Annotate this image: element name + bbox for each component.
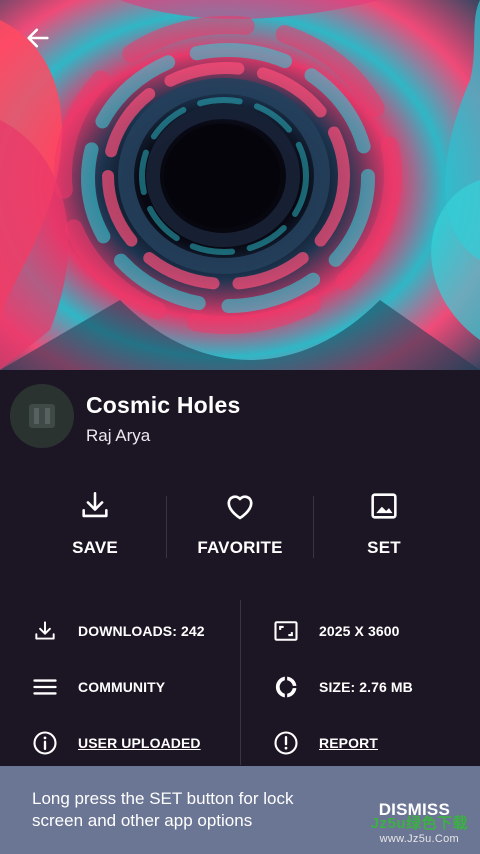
- image-icon: [371, 493, 397, 519]
- arrow-left-icon: [27, 28, 49, 48]
- wallpaper-details: DOWNLOADS: 242 2025 X 3600 COMMUNITY SIZ…: [0, 600, 480, 770]
- save-button[interactable]: SAVE: [20, 478, 170, 568]
- user-uploaded[interactable]: USER UPLOADED: [30, 728, 201, 758]
- category-text: COMMUNITY: [78, 679, 166, 695]
- download-icon: [82, 491, 108, 518]
- resolution-text: 2025 X 3600: [319, 623, 400, 639]
- snackbar-message: Long press the SET button for lock scree…: [32, 789, 294, 830]
- wallpaper-preview[interactable]: [0, 0, 480, 370]
- pie-icon: [275, 676, 297, 698]
- cosmic-vortex-image: [0, 0, 480, 370]
- report[interactable]: REPORT: [271, 728, 378, 758]
- menu-icon: [33, 679, 57, 695]
- download-icon: [35, 621, 55, 640]
- size-text: SIZE: 2.76 MB: [319, 679, 413, 695]
- back-button[interactable]: [20, 20, 56, 56]
- favorite-button[interactable]: FAVORITE: [165, 478, 315, 568]
- file-size: SIZE: 2.76 MB: [271, 672, 413, 702]
- favorite-label: FAVORITE: [197, 538, 283, 557]
- watermark: Jz5u绿色下载 www.Jz5u.Com: [371, 812, 468, 845]
- wallpaper-info: Cosmic Holes Raj Arya: [0, 370, 480, 470]
- set-button[interactable]: SET: [309, 478, 459, 568]
- action-bar: SAVE FAVORITE SET: [0, 478, 480, 574]
- snackbar: Long press the SET button for lock scree…: [0, 766, 480, 854]
- category[interactable]: COMMUNITY: [30, 672, 165, 702]
- watermark-line1: Jz5u绿色下载: [370, 815, 468, 832]
- downloads-text: DOWNLOADS: 242: [78, 623, 205, 639]
- resolution-icon: [274, 621, 298, 641]
- author-name[interactable]: Raj Arya: [86, 426, 150, 446]
- avatar-placeholder-icon: [29, 404, 55, 428]
- avatar[interactable]: [10, 384, 74, 448]
- info-icon: [33, 731, 57, 755]
- alert-icon: [274, 731, 298, 755]
- watermark-line2: www.Jz5u.Com: [379, 833, 460, 845]
- wallpaper-title: Cosmic Holes: [86, 392, 241, 418]
- set-label: SET: [367, 538, 401, 557]
- resolution: 2025 X 3600: [271, 616, 400, 646]
- report-link[interactable]: REPORT: [319, 735, 378, 751]
- heart-icon: [227, 495, 253, 520]
- user-uploaded-link[interactable]: USER UPLOADED: [78, 735, 201, 751]
- divider: [240, 600, 241, 765]
- downloads-count: DOWNLOADS: 242: [30, 616, 205, 646]
- save-label: SAVE: [72, 538, 118, 557]
